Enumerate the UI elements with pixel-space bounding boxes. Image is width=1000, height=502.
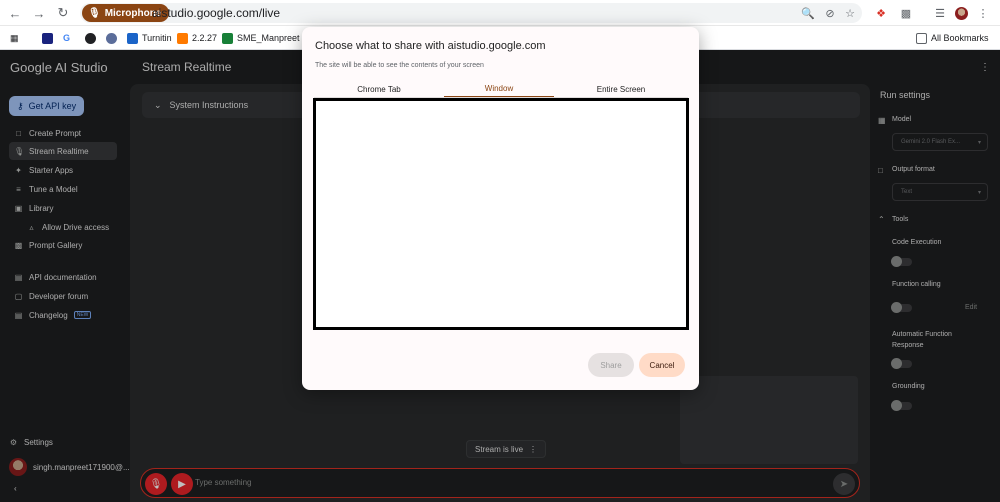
star-icon[interactable]: ☆ [842, 5, 858, 21]
profile-avatar-icon[interactable] [953, 5, 969, 21]
reload-icon[interactable]: ↻ [54, 4, 72, 22]
dialog-title: Choose what to share with aistudio.googl… [315, 40, 546, 52]
tab-chrome-tab[interactable]: Chrome Tab [314, 80, 444, 98]
folder-icon [916, 32, 927, 44]
bookmark-sme[interactable]: SME_Manpreet - G [222, 30, 315, 46]
extensions-puzzle-icon[interactable]: ▩ [898, 5, 914, 21]
tab-window[interactable]: Window [444, 80, 554, 98]
back-icon[interactable]: ← [6, 4, 24, 22]
turnitin-icon [127, 32, 138, 44]
address-bar[interactable]: 🎙 Microphone aistudio.google.com/live 🔍 … [80, 3, 862, 23]
bookmark-version[interactable]: 2.2.27 [177, 30, 217, 46]
screen-share-dialog: Choose what to share with aistudio.googl… [302, 27, 699, 390]
forward-icon[interactable]: → [30, 4, 48, 22]
cancel-button[interactable]: Cancel [639, 353, 685, 377]
microphone-icon: 🎙 [88, 7, 101, 19]
bookmark-turnitin[interactable]: Turnitin [127, 30, 172, 46]
tab-entire-screen[interactable]: Entire Screen [554, 80, 688, 98]
browser-menu-icon[interactable]: ⋮ [975, 5, 991, 21]
url-text: aistudio.google.com/live [152, 6, 281, 20]
apps-grid-icon[interactable]: ▦ [10, 30, 19, 46]
zoom-icon[interactable]: 🔍 [800, 5, 816, 21]
share-button[interactable]: Share [588, 353, 634, 377]
bookmark-favicon-2[interactable] [85, 30, 96, 46]
bookmark-favicon-3[interactable] [106, 30, 117, 46]
google-bookmark-icon[interactable]: G [63, 30, 70, 46]
drive-icon [222, 32, 233, 44]
media-controls-icon[interactable]: ☰ [932, 5, 948, 21]
all-bookmarks[interactable]: All Bookmarks [916, 30, 989, 46]
dialog-subtitle: The site will be able to see the content… [315, 62, 484, 69]
extension-icon[interactable]: ❖ [873, 5, 889, 21]
bookmark-favicon-1[interactable] [42, 30, 53, 46]
eye-off-icon[interactable]: ⊘ [822, 5, 838, 21]
bookmark-version-icon [177, 32, 188, 44]
window-preview[interactable] [313, 98, 689, 330]
browser-toolbar: ← → ↻ 🎙 Microphone aistudio.google.com/l… [0, 0, 1000, 26]
